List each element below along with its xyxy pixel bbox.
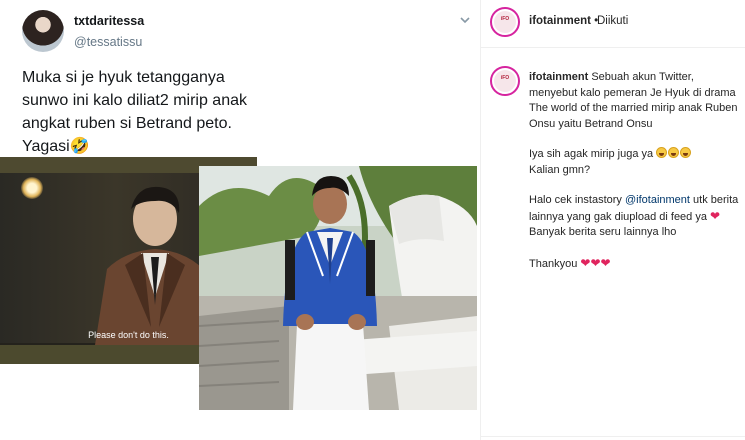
caption-paragraph: Iya sih agak mirip juga ya Kalian gmn?: [529, 147, 739, 178]
laughing-emoji-icon: [680, 147, 692, 158]
heart-icon: ❤: [580, 255, 591, 270]
caption-paragraph: Thankyou ❤❤❤: [529, 255, 611, 270]
tweet-display-name: txtdaritessa: [74, 14, 145, 28]
caption-paragraph: Halo cek instastory @ifotainment utk ber…: [529, 194, 739, 238]
post-side-panel: iFO ifotainment • Diikuti iFO ifotainmen…: [480, 0, 745, 440]
heart-icon: ❤: [600, 255, 611, 270]
tweet-handle: @tessatissu: [74, 35, 143, 49]
divider: [481, 436, 745, 437]
post-image[interactable]: txtdaritessa @tessatissu Muka si je hyuk…: [0, 0, 480, 440]
post-caption: ifotainment Sebuah akun Twitter, menyebu…: [529, 70, 739, 287]
tweet-header: txtdaritessa @tessatissu: [22, 8, 472, 56]
account-username[interactable]: ifotainment •: [529, 15, 598, 27]
laughing-emoji-icon: [656, 147, 668, 158]
follow-status[interactable]: Diikuti: [597, 15, 628, 27]
post-header: iFO ifotainment • Diikuti: [481, 0, 745, 48]
caption-paragraph: ifotainment Sebuah akun Twitter, menyebu…: [529, 71, 738, 130]
instagram-post: txtdaritessa @tessatissu Muka si je hyuk…: [0, 0, 745, 440]
account-avatar[interactable]: iFO: [490, 7, 520, 37]
tweet-avatar: [22, 10, 64, 52]
uniform-photo: [199, 166, 477, 410]
heart-icon: ❤: [590, 255, 601, 270]
laughing-emoji-icon: [668, 147, 680, 158]
caption-avatar[interactable]: iFO: [490, 66, 520, 96]
mention-link[interactable]: @ifotainment: [625, 194, 690, 206]
caption-username[interactable]: ifotainment: [529, 71, 588, 83]
avatar-logo: iFO: [500, 16, 510, 22]
heart-icon: ❤: [710, 208, 721, 223]
chevron-down-icon: [458, 14, 472, 28]
tweet-text: Muka si je hyuk tetangganya sunwo ini ka…: [22, 69, 247, 155]
rofl-emoji: 🤣: [69, 138, 90, 155]
avatar-logo: iFO: [500, 75, 510, 81]
